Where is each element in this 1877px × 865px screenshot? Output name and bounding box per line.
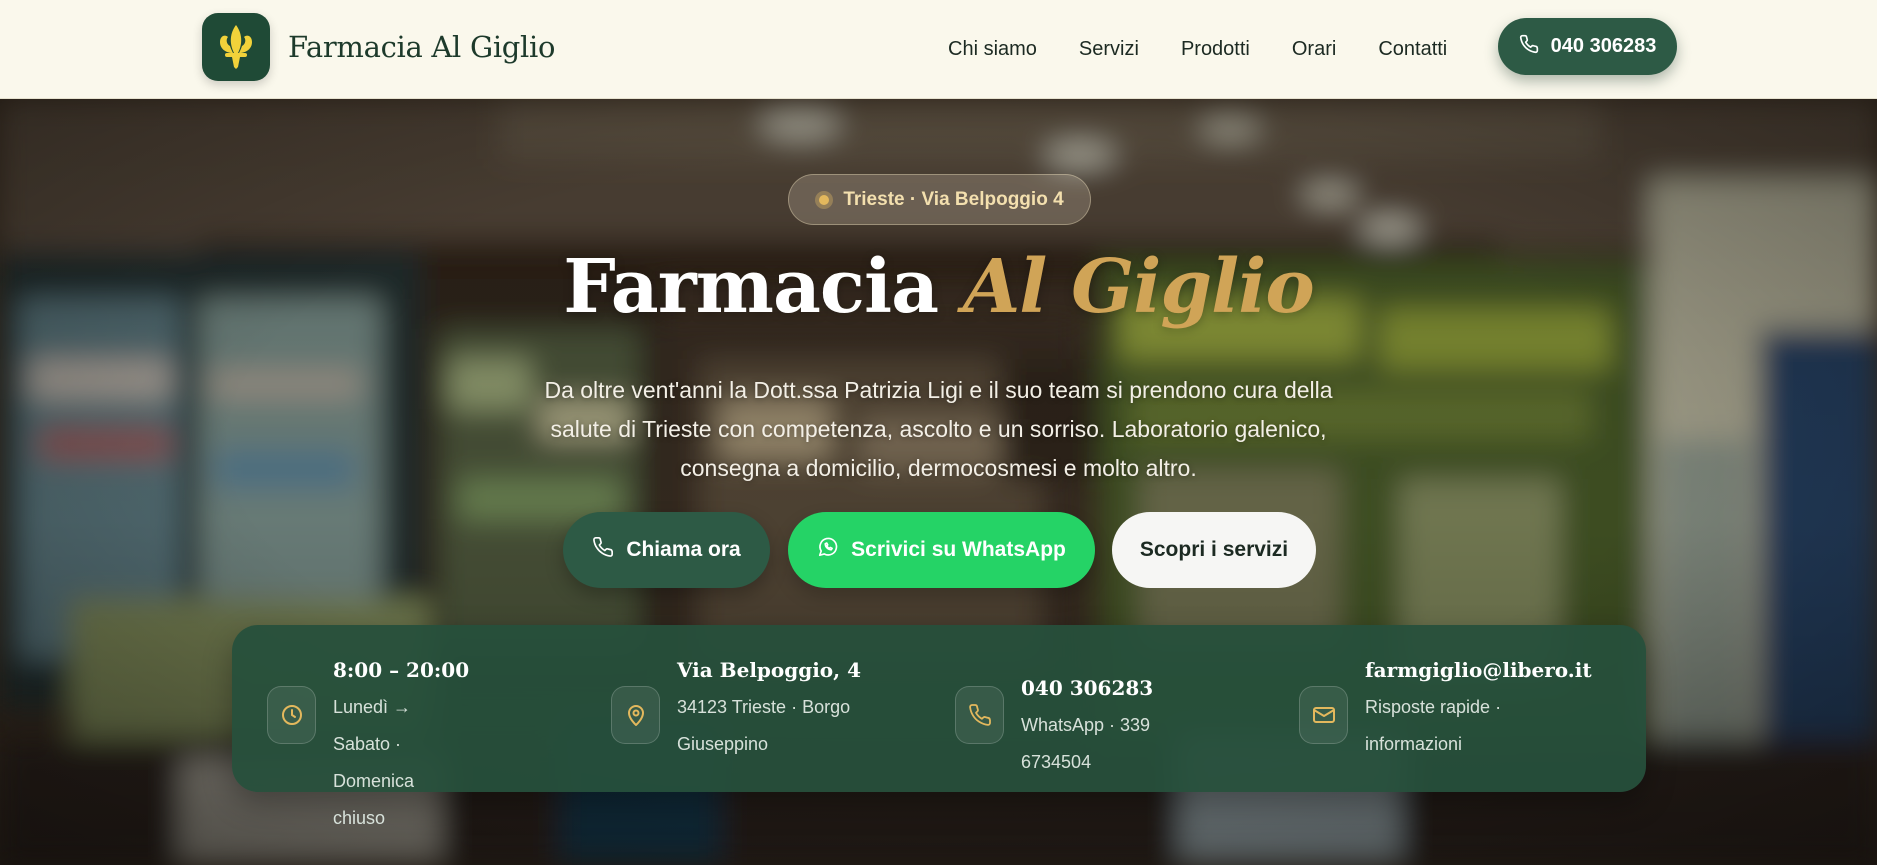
- nav-link-chi-siamo[interactable]: Chi siamo: [948, 38, 1037, 61]
- discover-services-button[interactable]: Scopri i servizi: [1112, 512, 1316, 588]
- hero-section: Trieste · Via Belpoggio 4 Farmacia Al Gi…: [0, 99, 1877, 865]
- info-address-title: Via Belpoggio, 4: [677, 658, 861, 682]
- info-email-text: farmgiglio@libero.it Risposte rapide · i…: [1365, 655, 1592, 763]
- hero-description: Da oltre vent'anni la Dott.ssa Patrizia …: [544, 377, 1333, 481]
- info-address-line-1: 34123 Trieste · Borgo: [677, 697, 851, 717]
- whatsapp-icon: [817, 536, 839, 564]
- info-phone-detail: WhatsApp · 339 6734504: [1021, 707, 1153, 781]
- fleur-de-lis-logo-icon: [202, 13, 270, 81]
- nav-link-contatti[interactable]: Contatti: [1378, 38, 1447, 61]
- discover-services-label: Scopri i servizi: [1139, 538, 1289, 561]
- nav-link-servizi[interactable]: Servizi: [1079, 38, 1139, 61]
- brand-link[interactable]: Farmacia Al Giglio: [202, 13, 555, 81]
- map-pin-icon: [611, 686, 660, 744]
- clock-icon: [267, 686, 316, 744]
- info-hours-title: 8:00 – 20:00: [333, 658, 470, 682]
- info-hours-detail: Lunedì → Sabato · Domenica chiuso: [333, 689, 469, 837]
- hero-title-accent: Al Giglio: [962, 244, 1315, 330]
- phone-icon: [955, 686, 1004, 744]
- location-dot-icon: [815, 190, 834, 209]
- info-hours-text: 8:00 – 20:00 Lunedì → Sabato · Domenica …: [333, 655, 469, 837]
- info-phone-line-1: WhatsApp · 339 6734504: [1021, 715, 1151, 772]
- phone-icon: [592, 536, 614, 564]
- main-menu: Chi siamo Servizi Prodotti Orari Contatt…: [948, 0, 1447, 99]
- nav-phone-button[interactable]: 040 306283: [1498, 18, 1677, 75]
- call-now-button[interactable]: Chiama ora: [563, 512, 770, 588]
- info-phone-title: 040 306283: [1021, 676, 1154, 700]
- hero-title-plain: Farmacia: [563, 244, 939, 330]
- info-address-text: Via Belpoggio, 4 34123 Trieste · Borgo G…: [677, 655, 861, 763]
- info-phone-text: 040 306283 WhatsApp · 339 6734504: [1021, 673, 1153, 781]
- call-now-label: Chiama ora: [626, 538, 741, 561]
- location-badge-label: Trieste · Via Belpoggio 4: [843, 188, 1064, 210]
- whatsapp-label: Scrivici su WhatsApp: [851, 538, 1066, 561]
- info-hours-line-1: Lunedì → Sabato · Domenica: [333, 697, 415, 791]
- nav-phone-label: 040 306283: [1550, 35, 1657, 57]
- info-email-detail: Risposte rapide · informazioni: [1365, 689, 1592, 763]
- info-email-line-1: Risposte rapide ·: [1365, 697, 1502, 717]
- info-email-line-2: informazioni: [1365, 734, 1463, 754]
- location-badge: Trieste · Via Belpoggio 4: [788, 174, 1091, 225]
- info-address-detail: 34123 Trieste · Borgo Giuseppino: [677, 689, 861, 763]
- nav-link-orari[interactable]: Orari: [1292, 38, 1336, 61]
- brand-name: Farmacia Al Giglio: [288, 30, 556, 64]
- whatsapp-button[interactable]: Scrivici su WhatsApp: [788, 512, 1095, 588]
- nav-link-prodotti[interactable]: Prodotti: [1181, 38, 1250, 61]
- info-hours-line-2: chiuso: [333, 808, 386, 828]
- top-navigation: Farmacia Al Giglio Chi siamo Servizi Pro…: [0, 0, 1877, 99]
- info-address-line-2: Giuseppino: [677, 734, 769, 754]
- phone-icon: [1519, 34, 1539, 60]
- info-email-title: farmgiglio@libero.it: [1365, 658, 1592, 682]
- info-card: 8:00 – 20:00 Lunedì → Sabato · Domenica …: [232, 625, 1646, 828]
- hero-title: Farmacia Al Giglio: [0, 244, 1877, 330]
- mail-icon: [1299, 686, 1348, 744]
